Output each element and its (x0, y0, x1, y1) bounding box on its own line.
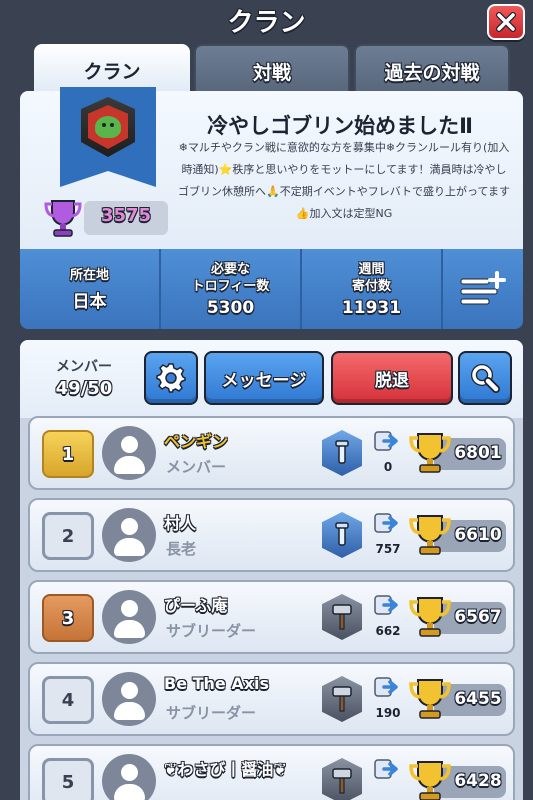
member-trophies: 6801 (454, 443, 502, 463)
donation-count: 757 (375, 542, 401, 556)
member-row[interactable]: 2 村人 長老 757 6610 (28, 498, 515, 572)
arena-hammer-icon (322, 676, 362, 722)
arena-hammer-icon (322, 594, 362, 640)
page-title: クラン (227, 8, 306, 38)
donation-icon (374, 759, 398, 779)
stat-location: 所在地 日本 (20, 249, 161, 329)
donation-icon (374, 513, 398, 533)
donation-icon (374, 595, 398, 615)
list-add-icon (460, 271, 506, 305)
clan-name: 冷やしゴブリン始めましたⅡ (207, 114, 473, 138)
message-button[interactable]: メッセージ (204, 351, 324, 405)
clan-menu-button[interactable] (443, 249, 523, 329)
trophy-icon (409, 679, 451, 719)
donation-count: 0 (383, 460, 393, 474)
leave-clan-button[interactable]: 脱退 (331, 351, 453, 405)
search-icon (471, 364, 500, 393)
donation-icon (374, 677, 398, 697)
stat-location-value: 日本 (72, 291, 107, 312)
close-icon (496, 12, 516, 32)
rank-badge: 2 (42, 512, 94, 560)
member-role: 長老 (166, 540, 197, 558)
donation-icon (374, 431, 398, 451)
member-count-label: メンバー (56, 359, 112, 375)
purple-trophy-icon (44, 200, 82, 237)
member-name: ❦わさび丨醤油❦ (164, 760, 287, 779)
member-name: Be The Axis (164, 674, 270, 693)
member-trophies: 6428 (454, 771, 502, 791)
member-trophies: 6567 (454, 607, 502, 627)
arena-hammer-icon (322, 758, 362, 800)
member-trophies: 6610 (454, 525, 502, 545)
tab-past-battles[interactable]: 過去の対戦 (354, 44, 510, 96)
rank-badge: 1 (42, 430, 94, 478)
clan-trophy-box: 3575 (44, 197, 168, 239)
member-row[interactable]: 1 ペンギン メンバー 0 6801 (28, 416, 515, 490)
gear-icon (156, 363, 186, 393)
trophy-icon (409, 761, 451, 800)
member-role: メンバー (166, 458, 227, 476)
goblin-icon (95, 116, 121, 138)
member-trophies: 6455 (454, 689, 502, 709)
trophy-icon (409, 515, 451, 555)
member-row[interactable]: 4 Be The Axis サブリーダー 190 6455 (28, 662, 515, 736)
member-count: 49/50 (55, 378, 113, 399)
donation-count: 662 (375, 624, 401, 638)
rank-badge: 4 (42, 676, 94, 724)
stat-weekly-donations-value: 11931 (341, 297, 402, 318)
stat-required-trophies: 必要な トロフィー数 5300 (161, 249, 302, 329)
member-name: 村人 (164, 514, 197, 533)
stat-required-trophies-label: 必要な トロフィー数 (191, 261, 270, 294)
rank-badge: 3 (42, 594, 94, 642)
stat-required-trophies-value: 5300 (206, 297, 255, 318)
clan-badge-icon (81, 97, 135, 157)
trophy-icon (409, 433, 451, 473)
donation-count: 190 (375, 706, 401, 720)
arena-blue-icon (322, 430, 362, 476)
clan-stats-bar: 所在地 日本 必要な トロフィー数 5300 週間 寄付数 11931 (20, 249, 523, 329)
rank-badge: 5 (42, 758, 94, 800)
avatar (102, 426, 156, 480)
stat-weekly-donations: 週間 寄付数 11931 (302, 249, 443, 329)
stat-location-label: 所在地 (69, 267, 109, 283)
clan-trophy-count: 3575 (100, 205, 152, 226)
avatar (102, 508, 156, 562)
stat-weekly-donations-label: 週間 寄付数 (351, 261, 391, 294)
avatar (102, 672, 156, 726)
member-name: ペンギン (164, 432, 229, 451)
search-button[interactable] (458, 351, 512, 405)
settings-button[interactable] (144, 351, 198, 405)
arena-blue-icon (322, 512, 362, 558)
trophy-icon (409, 597, 451, 637)
header: クラン (0, 0, 533, 44)
member-role: サブリーダー (166, 704, 257, 722)
member-row[interactable]: 3 ぴーふ庵 サブリーダー 662 6567 (28, 580, 515, 654)
tab-battle[interactable]: 対戦 (194, 44, 350, 96)
member-row[interactable]: 5 ❦わさび丨醤油❦ 6428 (28, 744, 515, 800)
clan-description: ❄マルチやクラン戦に意欲的な方を募集中❄クランルール有り(加入時通知)⭐秩序と思… (178, 141, 510, 220)
close-button[interactable] (487, 4, 525, 40)
avatar (102, 754, 156, 800)
member-role: サブリーダー (166, 622, 257, 640)
member-name: ぴーふ庵 (164, 596, 228, 615)
avatar (102, 590, 156, 644)
